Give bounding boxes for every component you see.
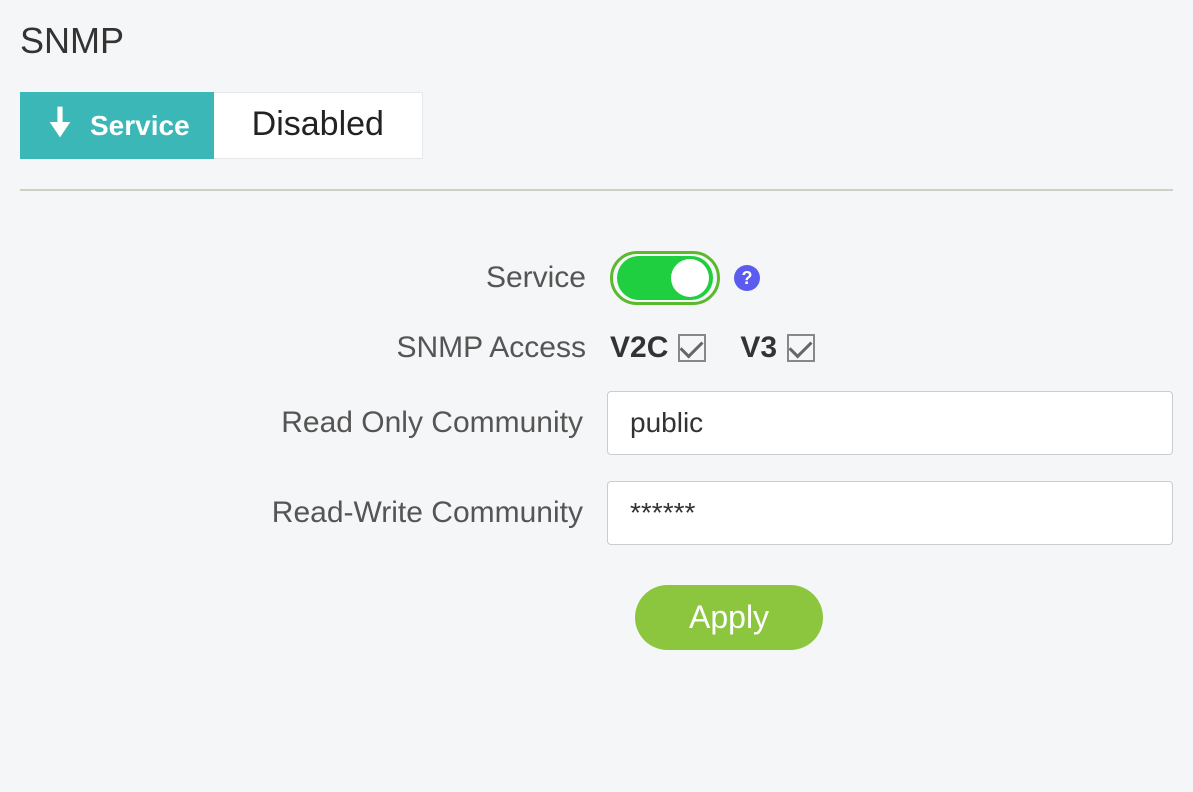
- access-v3-label: V3: [740, 331, 777, 365]
- service-status-value: Disabled: [214, 92, 423, 159]
- arrow-down-icon: [44, 104, 76, 147]
- read-write-label: Read-Write Community: [20, 496, 607, 530]
- access-option-v3: V3: [740, 331, 815, 365]
- help-icon[interactable]: ?: [734, 265, 760, 291]
- service-tab[interactable]: Service: [20, 92, 214, 159]
- apply-button[interactable]: Apply: [635, 585, 823, 650]
- service-toggle-row: Service ?: [20, 251, 1173, 305]
- service-toggle[interactable]: [617, 256, 713, 300]
- section-divider: [20, 189, 1173, 191]
- read-only-label: Read Only Community: [20, 406, 607, 440]
- read-only-input[interactable]: [607, 391, 1173, 455]
- snmp-access-label: SNMP Access: [20, 331, 610, 365]
- apply-row: Apply: [20, 585, 1173, 650]
- service-status-bar: Service Disabled: [20, 92, 1173, 159]
- snmp-access-row: SNMP Access V2C V3: [20, 331, 1173, 365]
- toggle-knob: [671, 259, 709, 297]
- service-toggle-label: Service: [20, 261, 610, 295]
- access-v2c-label: V2C: [610, 331, 668, 365]
- read-write-row: Read-Write Community: [20, 481, 1173, 545]
- read-only-row: Read Only Community: [20, 391, 1173, 455]
- access-option-v2c: V2C: [610, 331, 706, 365]
- service-toggle-outline: [610, 251, 720, 305]
- service-tab-label: Service: [90, 110, 190, 142]
- access-v3-checkbox[interactable]: [787, 334, 815, 362]
- page-title: SNMP: [20, 20, 1173, 62]
- read-write-input[interactable]: [607, 481, 1173, 545]
- access-v2c-checkbox[interactable]: [678, 334, 706, 362]
